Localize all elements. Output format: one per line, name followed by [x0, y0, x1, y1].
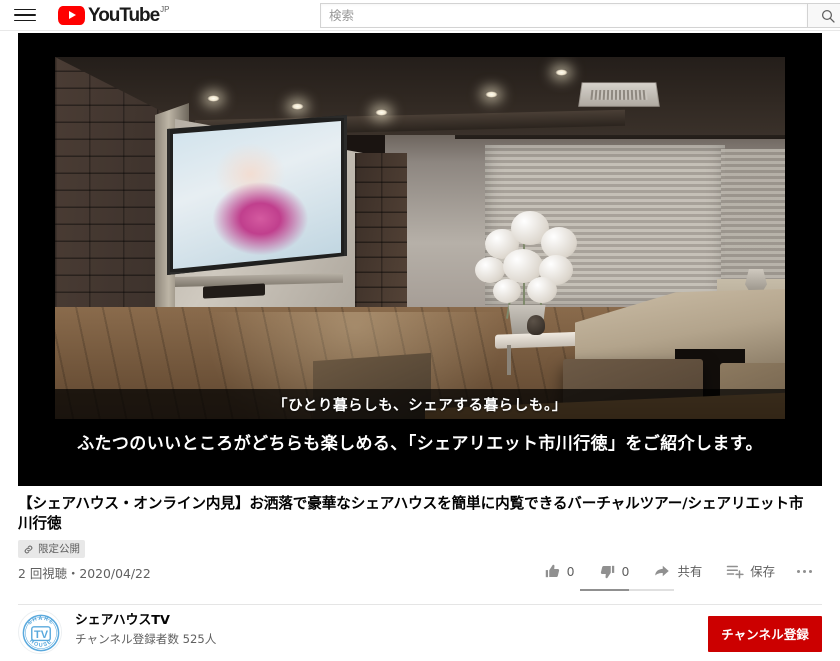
wall-tv — [167, 115, 347, 275]
channel-text: シェアハウスTV チャンネル登録者数 525人 — [75, 610, 216, 647]
video-caption-line1: 「ひとり暮らしも、シェアする暮らしも。」 — [55, 389, 785, 419]
video-player[interactable]: 「ひとり暮らしも、シェアする暮らしも。」 ふたつのいいところがどちらも楽しめる、… — [18, 33, 822, 486]
privacy-label: 限定公開 — [38, 543, 80, 555]
video-caption-line2: ふたつのいいところがどちらも楽しめる、「シェアリエット市川行徳」をご紹介します。 — [55, 419, 785, 463]
more-actions-button[interactable] — [787, 558, 822, 584]
dislike-button[interactable]: 0 — [587, 558, 642, 584]
status-badge: 限定公開 — [18, 540, 85, 558]
action-buttons: 0 0 共有 保存 — [532, 558, 822, 584]
share-arrow-icon — [655, 565, 670, 577]
plant — [467, 207, 589, 319]
share-button[interactable]: 共有 — [641, 558, 714, 584]
dislike-count: 0 — [621, 563, 630, 579]
search-input[interactable] — [320, 3, 808, 28]
search-area — [320, 3, 840, 28]
thumbs-down-icon — [600, 565, 614, 578]
like-count: 0 — [566, 563, 575, 579]
masthead-left: YouTube JP — [0, 4, 169, 26]
video-frame: 「ひとり暮らしも、シェアする暮らしも。」 ふたつのいいところがどちらも楽しめる、… — [55, 57, 785, 463]
subscribe-button[interactable]: チャンネル登録 — [708, 616, 822, 652]
like-button[interactable]: 0 — [532, 558, 587, 584]
youtube-country-code: JP — [160, 4, 170, 14]
privacy-badge-row: 限定公開 — [18, 540, 822, 560]
view-count-and-date: 2 回視聴・2020/04/22 — [18, 566, 151, 581]
play-triangle-icon — [58, 5, 85, 25]
section-divider — [18, 604, 822, 605]
video-title: 【シェアハウス・オンライン内見】お洒落で豪華なシェアハウスを簡単に内覧できるバー… — [18, 495, 804, 532]
channel-row: TV SHARE HOUSE シェアハウスTV チャンネル登録者数 525人 チ… — [18, 610, 822, 660]
playlist-add-icon — [726, 565, 744, 579]
save-button[interactable]: 保存 — [714, 558, 787, 584]
search-icon[interactable] — [808, 3, 840, 28]
subscriber-count: チャンネル登録者数 525人 — [75, 632, 217, 646]
link-icon — [24, 545, 33, 553]
hamburger-icon[interactable] — [14, 4, 36, 26]
svg-text:TV: TV — [34, 629, 49, 641]
air-conditioner — [578, 82, 660, 107]
video-info: 【シェアハウス・オンライン内見】お洒落で豪華なシェアハウスを簡単に内覧できるバー… — [18, 494, 822, 591]
youtube-wordmark: YouTube — [88, 4, 160, 26]
like-ratio-bar — [580, 589, 674, 591]
channel-name[interactable]: シェアハウスTV — [75, 612, 216, 629]
avatar[interactable]: TV SHARE HOUSE — [18, 610, 62, 654]
share-label: 共有 — [677, 564, 703, 579]
youtube-logo[interactable]: YouTube JP — [58, 5, 169, 26]
channel-avatar-icon: TV SHARE HOUSE — [19, 611, 61, 653]
thumbs-up-icon — [545, 564, 559, 577]
masthead: YouTube JP — [0, 0, 840, 31]
save-label: 保存 — [750, 564, 775, 579]
